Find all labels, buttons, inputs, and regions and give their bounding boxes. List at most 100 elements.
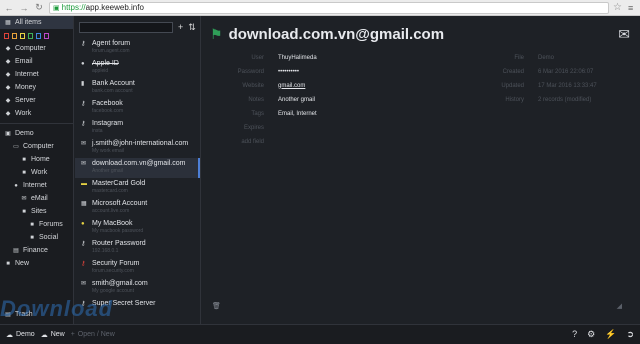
sidebar-group[interactable]: ▣ Demo <box>0 127 73 140</box>
entry-title: My MacBook <box>92 220 133 227</box>
card-icon: ▬ <box>81 180 87 187</box>
bookmark-icon[interactable] <box>4 32 9 39</box>
list-item[interactable]: ⚷ Agent forum forum.agent.com <box>75 38 200 58</box>
entry-title: Router Password <box>92 240 146 247</box>
bank-icon: ▮ <box>81 81 85 87</box>
reload-icon[interactable]: ↻ <box>33 2 45 14</box>
list-item[interactable]: ⚷ Facebook facebook.com <box>75 98 200 118</box>
sidebar-group[interactable]: ■ Forums <box>0 218 73 231</box>
sidebar-item[interactable]: ◆ Email <box>0 55 73 68</box>
settings-icon[interactable]: ⚙ <box>587 329 595 340</box>
field-value[interactable]: Email, Internet <box>278 111 317 117</box>
sidebar-item-label: All items <box>15 19 42 26</box>
folder-icon: ■ <box>22 169 26 176</box>
bookmark-icon[interactable] <box>36 32 41 39</box>
sidebar-group[interactable]: ● Internet <box>0 179 73 192</box>
url-scheme: https:// <box>61 3 86 12</box>
envelope-icon[interactable]: ✉ <box>618 26 630 43</box>
url-host: app.keeweb.info <box>85 3 144 12</box>
meta-value: 6 Mar 2016 22:06:07 <box>538 68 594 75</box>
sidebar-item[interactable]: ◆ Money <box>0 81 73 94</box>
browser-menu-icon[interactable]: ≡ <box>628 3 633 13</box>
lock-icon[interactable]: ➲ <box>626 329 634 340</box>
meta-row: History 2 records (modified) <box>202 94 591 105</box>
key-icon: ⚷ <box>81 41 86 47</box>
bookmark-icon[interactable] <box>20 32 25 39</box>
list-item[interactable]: ▬ MasterCard Gold mastercard.com <box>75 178 200 198</box>
open-new-button[interactable]: + Open / New <box>71 331 115 338</box>
sidebar-group[interactable]: ■ New <box>0 257 73 270</box>
list-item[interactable]: ✉ j.smith@john-international.com My work e… <box>75 138 200 158</box>
meta-value: 17 Mar 2016 13:33:47 <box>538 82 597 89</box>
sidebar-group[interactable]: ■ Work <box>0 166 73 179</box>
entry-title: Facebook <box>92 100 123 107</box>
bookmark-icon[interactable] <box>28 32 33 39</box>
entry-list: + ⇅ ⚷ Agent forum forum.agent.com ● Apple ID… <box>75 16 201 324</box>
sidebar-group-label: Work <box>31 169 48 176</box>
sidebar-group-label: Social <box>39 234 59 241</box>
sidebar-item-label: Work <box>15 110 32 117</box>
list-item[interactable]: ✉ download.com.vn@gmail.com Another gmail <box>75 158 200 178</box>
sidebar-group[interactable]: ■ Sites <box>0 205 73 218</box>
folder-icon: ■ <box>6 260 10 267</box>
sidebar-item[interactable]: ◆ Computer <box>0 42 73 55</box>
entry-title-row: ● My MacBook <box>81 218 200 227</box>
file-button[interactable]: ☁ Demo <box>6 331 35 339</box>
entry-title[interactable]: download.com.vn@gmail.com <box>229 26 445 43</box>
sidebar-item[interactable]: ◆ Server <box>0 94 73 107</box>
resize-icon[interactable]: ◢ <box>617 302 622 310</box>
sidebar-group[interactable]: ▭ Computer <box>0 140 73 153</box>
forward-icon[interactable]: → <box>18 2 30 14</box>
bookmark-icon[interactable]: ⚑ <box>210 26 223 43</box>
list-item[interactable]: ✉ smith@gmail.com My google account <box>75 278 200 298</box>
address-bar[interactable]: ▣ https:// app.keeweb.info <box>49 1 609 14</box>
new-file-button[interactable]: ☁ New <box>41 331 65 339</box>
envelope-icon: ✉ <box>81 161 87 167</box>
bookmark-star-icon[interactable]: ☆ <box>613 2 622 13</box>
list-item[interactable]: ⚷ Instagram insta <box>75 118 200 138</box>
field-row[interactable]: Tags Email, Internet <box>202 108 317 119</box>
list-item[interactable]: ⚷ Router Password 192.168.0.1 <box>75 238 200 258</box>
entry-description: Another gmail <box>92 168 123 174</box>
list-item[interactable]: ● My MacBook My macbook password <box>75 218 200 238</box>
entry-description: insta <box>92 128 103 134</box>
meta-label: History <box>505 96 524 103</box>
field-row[interactable]: Expires <box>202 122 278 133</box>
field-label: Expires <box>243 124 264 131</box>
list-item[interactable]: ● Apple ID appleid <box>75 58 200 78</box>
entry-title-row: ✉ download.com.vn@gmail.com <box>81 158 200 167</box>
list-item[interactable]: ▦ Microsoft Account account.live.com <box>75 198 200 218</box>
key-icon: ⚷ <box>81 261 86 267</box>
sidebar-item-label: Computer <box>15 45 46 52</box>
help-icon[interactable]: ? <box>572 329 577 340</box>
entry-title: j.smith@john-international.com <box>92 140 189 147</box>
desktop-icon: ▭ <box>13 144 19 150</box>
sidebar-item[interactable]: ▦ All items <box>0 16 73 29</box>
entry-title: Apple ID <box>92 60 119 67</box>
trash-icon[interactable]: 🗑 <box>212 302 221 310</box>
new-label: New <box>50 331 65 338</box>
bookmark-icon[interactable] <box>44 32 49 39</box>
back-icon[interactable]: ← <box>3 2 15 14</box>
add-entry-icon[interactable]: + <box>178 22 183 32</box>
list-item[interactable]: ⚷ Security Forum forum.security.com <box>75 258 200 278</box>
envelope-icon: ✉ <box>21 196 27 202</box>
sidebar-group[interactable]: ■ Social <box>0 231 73 244</box>
apple-icon: ● <box>81 220 85 227</box>
list-item[interactable]: ▮ Bank Account bank.com account <box>75 78 200 98</box>
tag-icon: ◆ <box>5 72 11 78</box>
sidebar-item[interactable]: ◆ Internet <box>0 68 73 81</box>
sidebar-item[interactable]: ◆ Work <box>0 107 73 120</box>
sidebar-group-label: Demo <box>15 130 34 137</box>
sidebar-group[interactable]: ■ Home <box>0 153 73 166</box>
bookmark-icon[interactable] <box>12 32 17 39</box>
sort-icon[interactable]: ⇅ <box>188 22 196 33</box>
sidebar-group[interactable]: ▤ Finance <box>0 244 73 257</box>
meta-label: Updated <box>501 82 524 89</box>
field-row[interactable]: add field <box>202 136 278 147</box>
entry-description: bank.com account <box>92 88 133 94</box>
sidebar-group[interactable]: ✉ eMail <box>0 192 73 205</box>
entry-title: Microsoft Account <box>92 200 148 207</box>
search-input[interactable] <box>79 21 173 33</box>
generate-icon[interactable]: ⚡ <box>605 329 616 340</box>
